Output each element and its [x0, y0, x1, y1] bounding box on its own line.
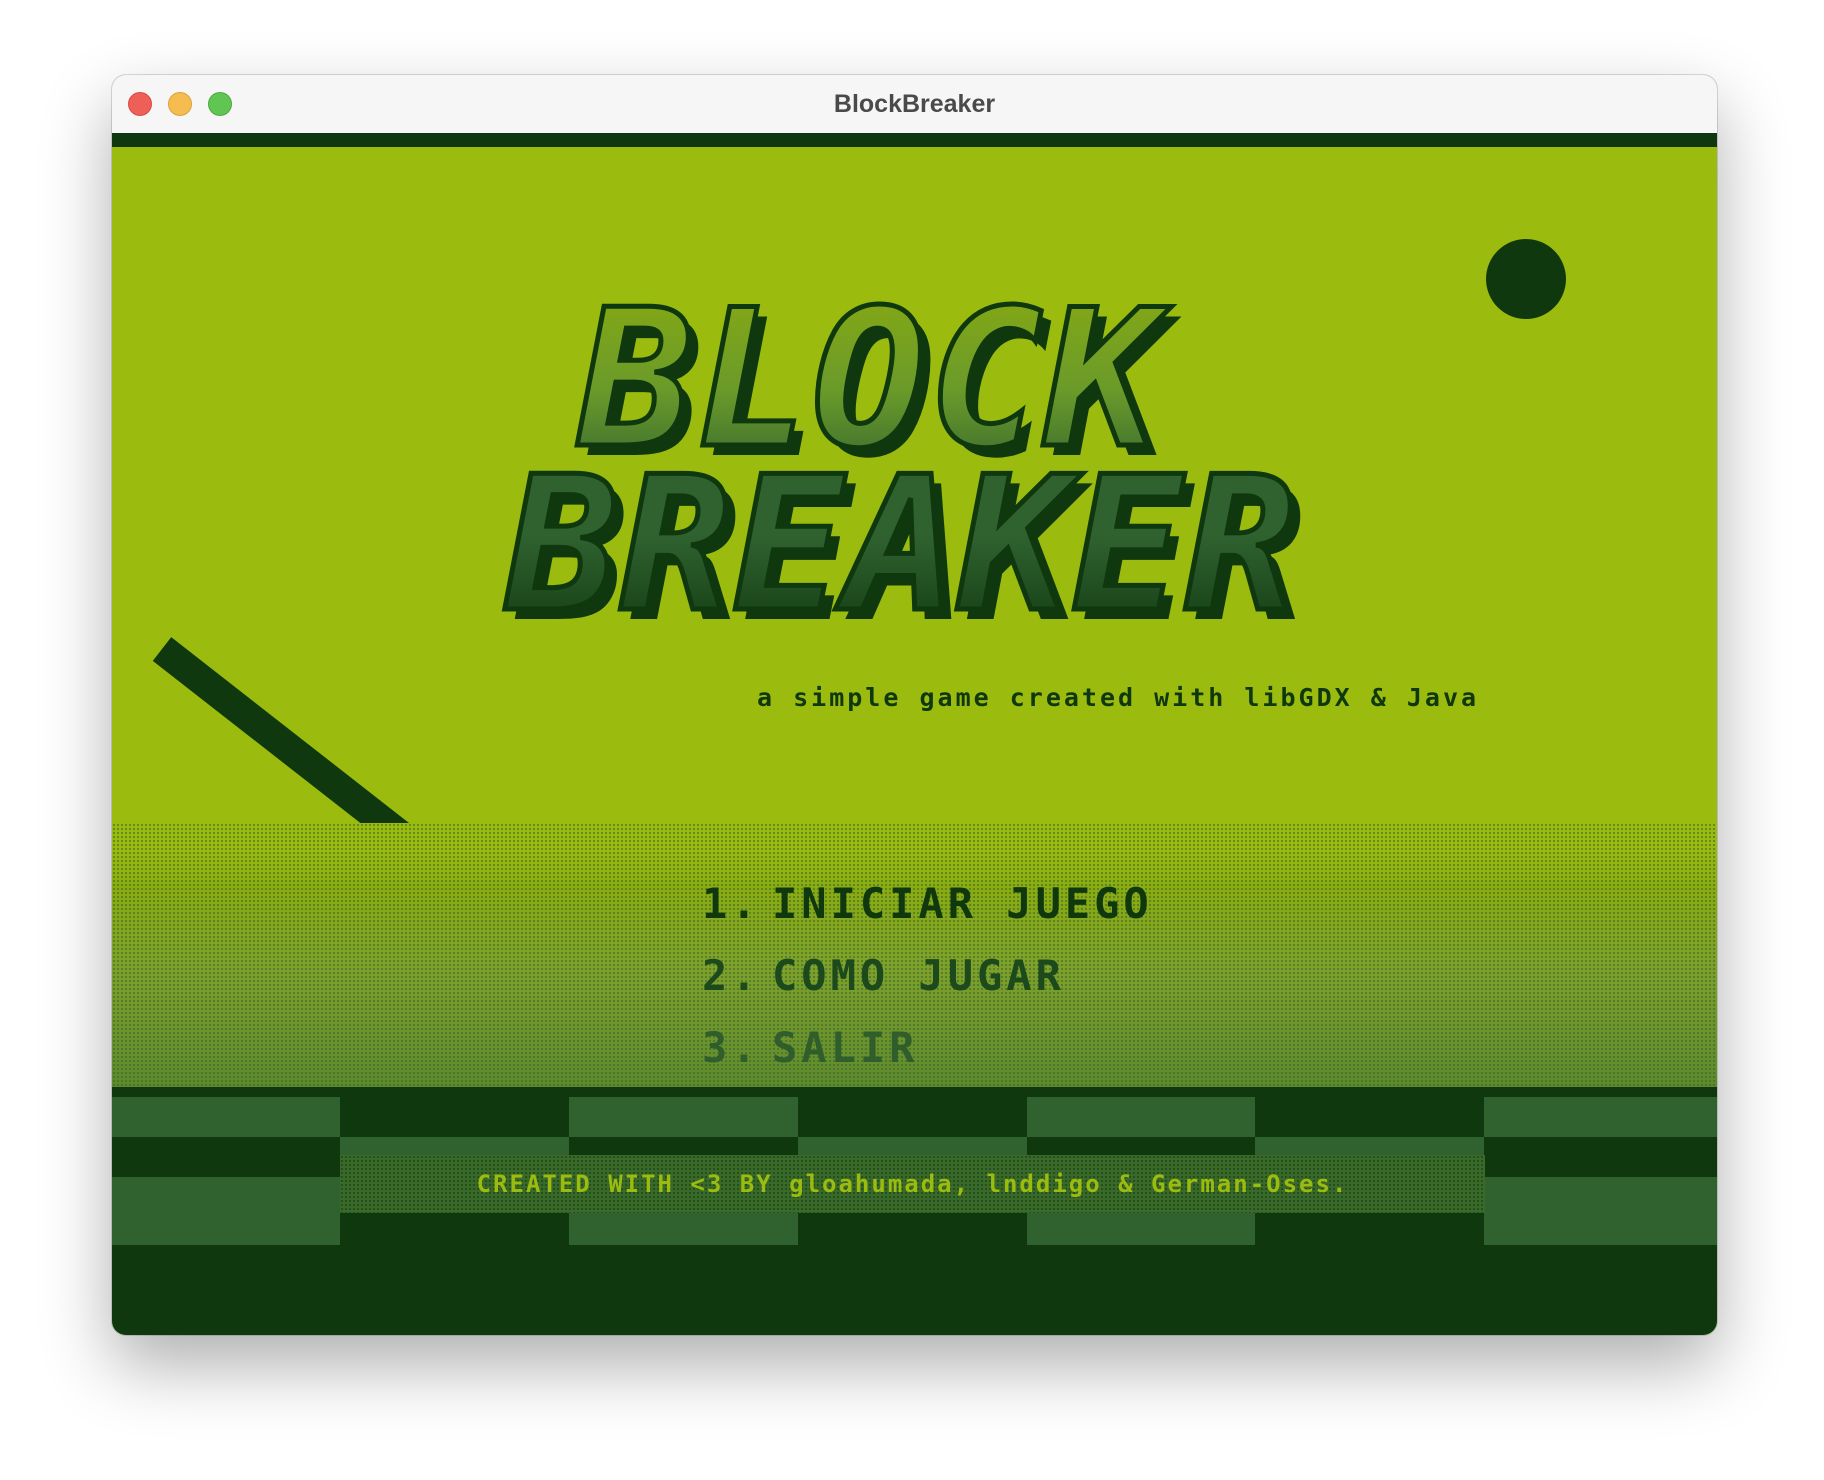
floor-tile [1484, 1177, 1717, 1245]
floor-tile [1027, 1097, 1255, 1137]
title-bar: BlockBreaker [112, 75, 1717, 134]
menu-item-label: SALIR [772, 1023, 919, 1072]
main-menu: 1. INICIAR JUEGO 2. COMO JUGAR 3. SALIR [702, 868, 1302, 1084]
floor-tile [569, 1097, 798, 1137]
menu-item-number: 2. [702, 951, 761, 1000]
logo-line2: BREAKER [505, 436, 1298, 653]
menu-item-number: 1. [702, 879, 761, 928]
floor-tile [1484, 1097, 1717, 1137]
menu-item-number: 3. [702, 1023, 761, 1072]
floor-tile [112, 1177, 340, 1245]
app-window: BlockBreaker BLOCK BLOCK BREAKER BREAKER… [112, 75, 1717, 1335]
game-canvas[interactable]: BLOCK BLOCK BREAKER BREAKER a simple gam… [112, 133, 1717, 1335]
window-title: BlockBreaker [833, 90, 996, 118]
menu-item-exit[interactable]: 3. SALIR [702, 1012, 1302, 1084]
menu-item-start-game[interactable]: 1. INICIAR JUEGO [702, 868, 1302, 940]
menu-item-how-to-play[interactable]: 2. COMO JUGAR [702, 940, 1302, 1012]
game-subtitle: a simple game created with libGDX & Java [757, 683, 1480, 712]
floor-tile [112, 1097, 340, 1137]
credits-text: CREATED WITH <3 BY gloahumada, lnddigo &… [476, 1170, 1349, 1198]
menu-item-label: INICIAR JUEGO [772, 879, 1153, 928]
menu-item-label: COMO JUGAR [772, 951, 1065, 1000]
